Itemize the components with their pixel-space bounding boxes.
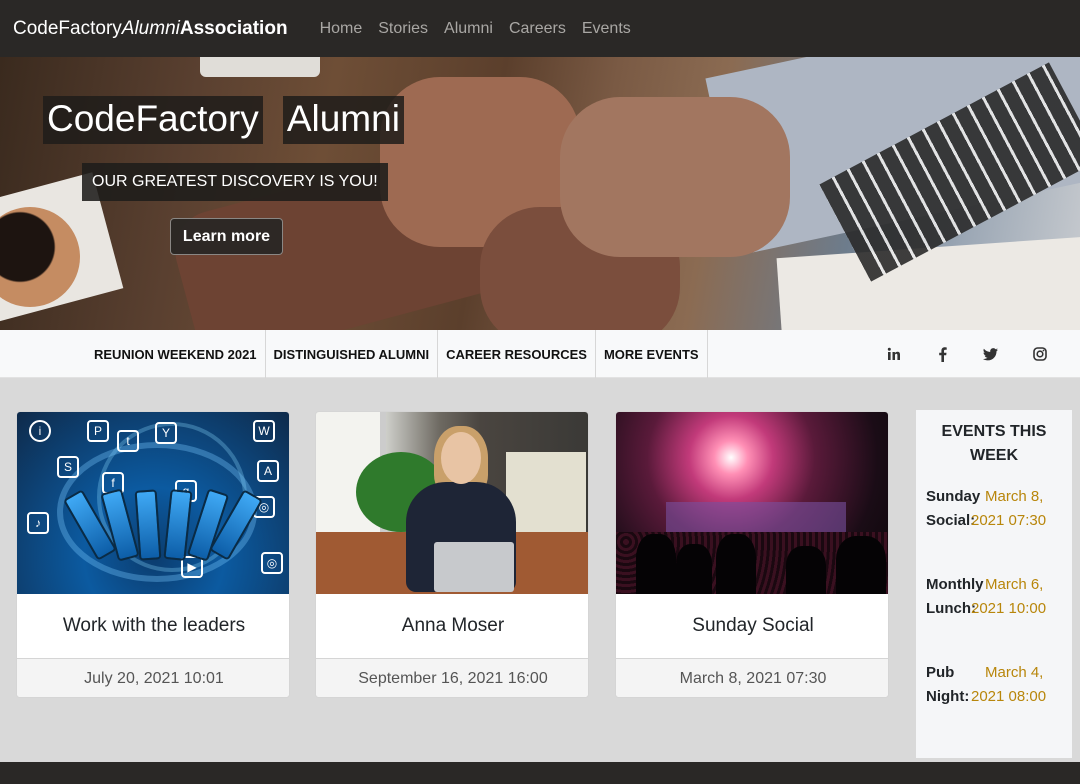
camera-icon: ◎ [261, 552, 283, 574]
subnav-item-career-resources[interactable]: CAREER RESOURCES [438, 330, 596, 378]
hero-subtitle: OUR GREATEST DISCOVERY IS YOU! [82, 163, 388, 201]
card-title[interactable]: Anna Moser [316, 594, 588, 658]
events-title-line: WEEK [970, 447, 1018, 464]
decor [786, 546, 826, 594]
events-title-line: EVENTS THIS [941, 423, 1047, 440]
event-date-line: March 6, [985, 576, 1044, 593]
event-date: March 6, 2021 10:00 [971, 573, 1071, 621]
event-date-line: 2021 10:00 [971, 600, 1047, 617]
card-title[interactable]: Work with the leaders [17, 594, 289, 658]
hero-banner: CodeFactory Alumni OUR GREATEST DISCOVER… [0, 57, 1080, 330]
decor [666, 502, 846, 532]
event-date-line: March 4, [985, 664, 1044, 681]
microphone-icon: ♪ [27, 512, 49, 534]
card-date: July 20, 2021 10:01 [17, 658, 289, 697]
decor [636, 534, 676, 594]
nav-link-careers[interactable]: Careers [501, 20, 574, 38]
card-image-social-media: i P t Y W S g A f ◎ ♪ ▶ ◎ [17, 412, 289, 594]
card-anna-moser[interactable]: Anna Moser September 16, 2021 16:00 [315, 411, 589, 698]
card-image-concert [616, 412, 888, 594]
secondary-nav: REUNION WEEKEND 2021 DISTINGUISHED ALUMN… [0, 330, 1080, 378]
windows-icon: W [253, 420, 275, 442]
top-navbar: CodeFactory Alumni Association Home Stor… [0, 0, 1080, 57]
card-sunday-social[interactable]: Sunday Social March 8, 2021 07:30 [615, 411, 889, 698]
page-footer [0, 762, 1080, 784]
secondary-nav-items: REUNION WEEKEND 2021 DISTINGUISHED ALUMN… [86, 330, 708, 378]
hero-title: CodeFactory Alumni [43, 96, 404, 144]
subnav-item-distinguished-alumni[interactable]: DISTINGUISHED ALUMNI [266, 330, 439, 378]
events-this-week-panel: EVENTS THIS WEEK Sunday Social: March 8,… [916, 410, 1072, 758]
decor [836, 536, 886, 594]
hero-title-word-codefactory: CodeFactory [43, 96, 263, 144]
nav-link-alumni[interactable]: Alumni [436, 20, 501, 38]
subnav-item-reunion-weekend[interactable]: REUNION WEEKEND 2021 [86, 330, 266, 378]
brand-part-alumni: Alumni [121, 17, 180, 39]
nav-links: Home Stories Alumni Careers Events [312, 20, 639, 38]
twitter-bird-icon: t [117, 430, 139, 452]
hero-title-word-alumni: Alumni [282, 96, 404, 144]
card-image-woman-on-sofa [316, 412, 588, 594]
decor [716, 534, 756, 594]
event-date-line: 2021 07:30 [971, 512, 1047, 529]
learn-more-button[interactable]: Learn more [170, 218, 283, 255]
skype-icon: S [57, 456, 79, 478]
decor [676, 544, 712, 594]
instagram-icon[interactable] [1030, 344, 1050, 364]
android-icon: A [257, 460, 279, 482]
brand-part-association: Association [179, 17, 288, 39]
event-date-line: March 8, [985, 488, 1044, 505]
subnav-item-more-events[interactable]: MORE EVENTS [596, 330, 708, 378]
info-icon: i [29, 420, 51, 442]
event-date-line: 2021 08:00 [971, 688, 1047, 705]
nav-link-home[interactable]: Home [312, 20, 371, 38]
card-title[interactable]: Sunday Social [616, 594, 888, 658]
nav-link-stories[interactable]: Stories [370, 20, 436, 38]
facebook-icon[interactable] [932, 344, 952, 364]
twitter-icon[interactable] [980, 344, 1000, 364]
nav-link-events[interactable]: Events [574, 20, 639, 38]
pinterest-icon: P [87, 420, 109, 442]
brand-part-codefactory: CodeFactory [13, 17, 122, 39]
card-date: March 8, 2021 07:30 [616, 658, 888, 697]
linkedin-icon[interactable] [884, 344, 904, 364]
decor [441, 432, 481, 484]
brand-logo[interactable]: CodeFactory Alumni Association [13, 18, 288, 40]
event-date: March 4, 2021 08:00 [971, 661, 1071, 709]
event-date: March 8, 2021 07:30 [971, 485, 1071, 533]
hero-bg-phone [200, 57, 320, 77]
decor [434, 542, 514, 592]
hero-bg-fist [560, 97, 790, 257]
card-date: September 16, 2021 16:00 [316, 658, 588, 697]
youtube-icon: Y [155, 422, 177, 444]
card-work-with-leaders[interactable]: i P t Y W S g A f ◎ ♪ ▶ ◎ Work with the … [16, 411, 290, 698]
events-panel-title: EVENTS THIS WEEK [916, 420, 1072, 468]
